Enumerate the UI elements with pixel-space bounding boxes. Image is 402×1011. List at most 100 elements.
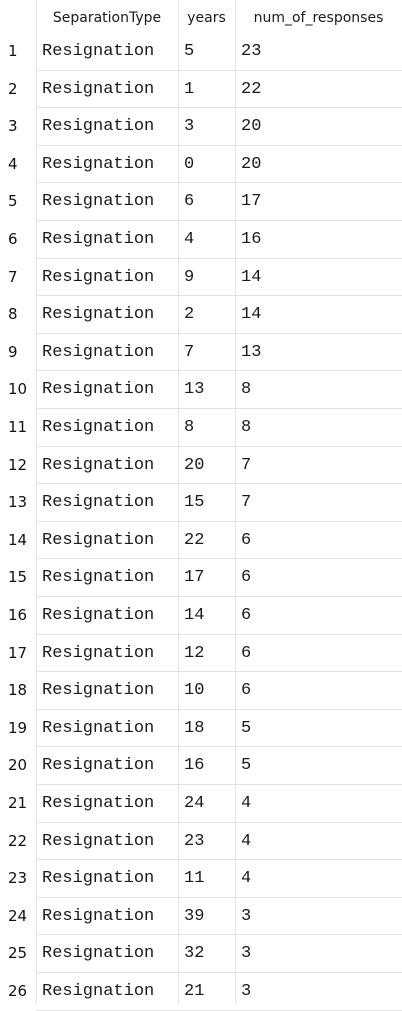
cell-years[interactable]: 12 — [178, 635, 235, 672]
cell-years[interactable]: 21 — [178, 973, 235, 1010]
cell-separationtype[interactable]: Resignation — [36, 371, 178, 408]
cell-years[interactable]: 20 — [178, 447, 235, 484]
cell-years[interactable]: 9 — [178, 259, 235, 296]
cell-separationtype[interactable]: Resignation — [36, 898, 178, 935]
row-number: 18 — [8, 681, 28, 699]
cell-separationtype[interactable]: Resignation — [36, 672, 178, 709]
cell-num-of-responses[interactable]: 4 — [235, 823, 402, 860]
row-number: 24 — [8, 907, 28, 925]
cell-years[interactable]: 39 — [178, 898, 235, 935]
cell-num-of-responses[interactable]: 6 — [235, 635, 402, 672]
cell-num-of-responses[interactable]: 23 — [235, 33, 402, 70]
cell-years[interactable]: 16 — [178, 747, 235, 784]
cell-separationtype[interactable]: Resignation — [36, 935, 178, 972]
cell-years[interactable]: 23 — [178, 823, 235, 860]
cell-separationtype[interactable]: Resignation — [36, 559, 178, 596]
cell-num-of-responses[interactable]: 7 — [235, 447, 402, 484]
cell-num-of-responses[interactable]: 3 — [235, 973, 402, 1010]
cell-separationtype[interactable]: Resignation — [36, 33, 178, 70]
cell-years[interactable]: 8 — [178, 409, 235, 446]
cell-separationtype[interactable]: Resignation — [36, 146, 178, 183]
cell-years[interactable]: 3 — [178, 108, 235, 145]
cell-years[interactable]: 17 — [178, 559, 235, 596]
cell-years[interactable]: 11 — [178, 860, 235, 897]
column-header-num-of-responses[interactable]: num_of_responses — [235, 0, 402, 33]
cell-num-of-responses[interactable]: 6 — [235, 522, 402, 559]
row-number: 1 — [8, 42, 18, 60]
cell-years[interactable]: 15 — [178, 484, 235, 521]
cell-years[interactable]: 22 — [178, 522, 235, 559]
column-header-years[interactable]: years — [178, 0, 235, 33]
cell-separationtype[interactable]: Resignation — [36, 635, 178, 672]
cell-separationtype[interactable]: Resignation — [36, 710, 178, 747]
cell-years[interactable]: 10 — [178, 672, 235, 709]
cell-separationtype[interactable]: Resignation — [36, 785, 178, 822]
cell-separationtype[interactable]: Resignation — [36, 860, 178, 897]
results-grid: SeparationType years num_of_responses 1R… — [0, 0, 402, 1011]
row-number: 4 — [8, 155, 18, 173]
cell-num-of-responses[interactable]: 6 — [235, 559, 402, 596]
row-number: 19 — [8, 719, 28, 737]
cell-num-of-responses[interactable]: 4 — [235, 860, 402, 897]
cell-separationtype[interactable]: Resignation — [36, 409, 178, 446]
cell-num-of-responses[interactable]: 14 — [235, 259, 402, 296]
row-number: 7 — [8, 268, 18, 286]
cell-separationtype[interactable]: Resignation — [36, 296, 178, 333]
row-number: 21 — [8, 794, 28, 812]
row-number: 6 — [8, 230, 18, 248]
row-number: 26 — [8, 982, 28, 1000]
cell-years[interactable]: 18 — [178, 710, 235, 747]
cell-separationtype[interactable]: Resignation — [36, 597, 178, 634]
cell-num-of-responses[interactable]: 6 — [235, 597, 402, 634]
column-header-separationtype[interactable]: SeparationType — [36, 0, 178, 33]
cell-years[interactable]: 6 — [178, 183, 235, 220]
cell-separationtype[interactable]: Resignation — [36, 823, 178, 860]
cell-separationtype[interactable]: Resignation — [36, 334, 178, 371]
cell-years[interactable]: 7 — [178, 334, 235, 371]
row-number: 15 — [8, 568, 28, 586]
cell-years[interactable]: 24 — [178, 785, 235, 822]
cell-years[interactable]: 14 — [178, 597, 235, 634]
cell-separationtype[interactable]: Resignation — [36, 747, 178, 784]
row-number: 9 — [8, 343, 18, 361]
cell-separationtype[interactable]: Resignation — [36, 108, 178, 145]
cell-num-of-responses[interactable]: 22 — [235, 71, 402, 108]
cell-num-of-responses[interactable]: 13 — [235, 334, 402, 371]
cell-separationtype[interactable]: Resignation — [36, 221, 178, 258]
cell-num-of-responses[interactable]: 4 — [235, 785, 402, 822]
row-number: 23 — [8, 869, 28, 887]
cell-separationtype[interactable]: Resignation — [36, 71, 178, 108]
cell-separationtype[interactable]: Resignation — [36, 522, 178, 559]
cell-years[interactable]: 13 — [178, 371, 235, 408]
cell-num-of-responses[interactable]: 5 — [235, 710, 402, 747]
cell-num-of-responses[interactable]: 8 — [235, 371, 402, 408]
cell-years[interactable]: 4 — [178, 221, 235, 258]
cell-separationtype[interactable]: Resignation — [36, 447, 178, 484]
row-number: 14 — [8, 531, 28, 549]
cell-num-of-responses[interactable]: 17 — [235, 183, 402, 220]
row-number: 10 — [8, 380, 28, 398]
row-number: 22 — [8, 832, 28, 850]
cell-years[interactable]: 2 — [178, 296, 235, 333]
cell-years[interactable]: 32 — [178, 935, 235, 972]
cell-years[interactable]: 1 — [178, 71, 235, 108]
cell-separationtype[interactable]: Resignation — [36, 259, 178, 296]
cell-separationtype[interactable]: Resignation — [36, 973, 178, 1010]
cell-years[interactable]: 0 — [178, 146, 235, 183]
cell-separationtype[interactable]: Resignation — [36, 484, 178, 521]
cell-num-of-responses[interactable]: 7 — [235, 484, 402, 521]
cell-num-of-responses[interactable]: 3 — [235, 935, 402, 972]
row-number: 25 — [8, 944, 28, 962]
cell-num-of-responses[interactable]: 5 — [235, 747, 402, 784]
cell-num-of-responses[interactable]: 14 — [235, 296, 402, 333]
cell-num-of-responses[interactable]: 16 — [235, 221, 402, 258]
column-header-row: SeparationType years num_of_responses — [0, 0, 402, 33]
cell-num-of-responses[interactable]: 8 — [235, 409, 402, 446]
cell-years[interactable]: 5 — [178, 33, 235, 70]
cell-num-of-responses[interactable]: 20 — [235, 146, 402, 183]
cell-num-of-responses[interactable]: 20 — [235, 108, 402, 145]
row-number: 8 — [8, 305, 18, 323]
cell-num-of-responses[interactable]: 3 — [235, 898, 402, 935]
cell-separationtype[interactable]: Resignation — [36, 183, 178, 220]
cell-num-of-responses[interactable]: 6 — [235, 672, 402, 709]
